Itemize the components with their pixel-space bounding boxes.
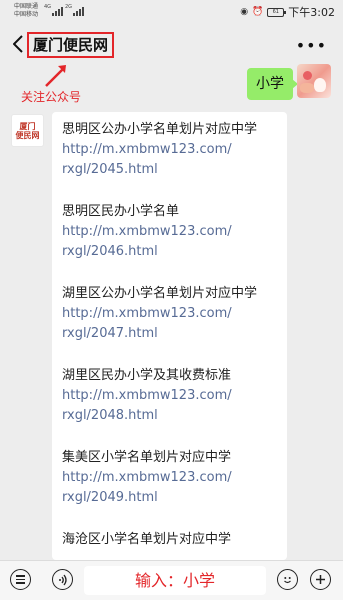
list-item: 集美区小学名单划片对应中学 http://m.xmbmw123.com/rxgl… xyxy=(62,448,277,508)
signal-icon-1 xyxy=(52,7,63,16)
carrier-info: 中国联通 中国移动 xyxy=(14,3,38,19)
chat-title: 厦门便民网 xyxy=(27,32,115,58)
voice-icon[interactable] xyxy=(52,569,73,590)
bot-avatar[interactable]: 厦门 便民网 xyxy=(11,114,44,147)
battery-icon: 61 xyxy=(267,7,287,17)
entry-link[interactable]: http://m.xmbmw123.com/rxgl/2046.html xyxy=(62,222,277,262)
chevron-left-icon[interactable] xyxy=(12,34,24,54)
chat-header: 厦门便民网 ••• xyxy=(0,26,343,64)
status-bar: 中国联通 中国移动 4G 2G ◉ ⏰ 61 下午3:02 xyxy=(0,0,343,26)
entry-link[interactable]: http://m.xmbmw123.com/rxgl/2047.html xyxy=(62,304,277,344)
entry-link[interactable]: http://m.xmbmw123.com/rxgl/2048.html xyxy=(62,386,277,426)
user-avatar[interactable] xyxy=(297,64,331,98)
plus-icon[interactable] xyxy=(310,569,331,590)
emoji-icon[interactable] xyxy=(277,569,298,590)
entry-name: 思明区公办小学名单划片对应中学 xyxy=(62,122,258,137)
carrier-2: 中国移动 xyxy=(14,11,39,18)
list-item: 湖里区民办小学及其收费标准 http://m.xmbmw123.com/rxgl… xyxy=(62,366,277,426)
entry-name: 海沧区小学名单划片对应中学 xyxy=(62,532,232,547)
entry-name: 思明区民办小学名单 xyxy=(62,204,180,219)
entry-name: 湖里区民办小学及其收费标准 xyxy=(62,368,232,383)
user-message-bubble[interactable]: 小学 xyxy=(247,68,298,100)
input-bar: 输入：小学 xyxy=(0,560,343,600)
bot-message-bubble: 思明区公办小学名单划片对应中学 http://m.xmbmw123.com/rx… xyxy=(52,112,287,560)
bot-avatar-line2: 便民网 xyxy=(15,129,40,140)
entry-link[interactable]: http://m.xmbmw123.com/rxgl/2045.html xyxy=(62,140,277,180)
menu-icon[interactable] xyxy=(10,569,31,590)
network-type-1: 4G xyxy=(44,4,52,10)
signal-icon-2 xyxy=(73,7,84,16)
status-time: 下午3:02 xyxy=(288,6,335,19)
signal-indicators: 4G 2G xyxy=(44,4,86,18)
eye-icon: ◉ xyxy=(240,7,249,17)
carrier-1: 中国联通 xyxy=(14,3,39,10)
entry-name: 湖里区公办小学名单划片对应中学 xyxy=(62,286,258,301)
entry-name: 集美区小学名单划片对应中学 xyxy=(62,450,232,465)
list-item: 海沧区小学名单划片对应中学 xyxy=(62,530,277,550)
list-item: 思明区公办小学名单划片对应中学 http://m.xmbmw123.com/rx… xyxy=(62,120,277,180)
alarm-icon: ⏰ xyxy=(252,7,264,17)
network-type-2: 2G xyxy=(65,4,73,10)
more-icon[interactable]: ••• xyxy=(296,36,327,55)
list-item: 湖里区公办小学名单划片对应中学 http://m.xmbmw123.com/rx… xyxy=(62,284,277,344)
message-input[interactable]: 输入：小学 xyxy=(84,566,266,595)
entry-link[interactable]: http://m.xmbmw123.com/rxgl/2049.html xyxy=(62,468,277,508)
list-item: 思明区民办小学名单 http://m.xmbmw123.com/rxgl/204… xyxy=(62,202,277,262)
chat-area[interactable]: 小学 厦门 便民网 思明区公办小学名单划片对应中学 http://m.xmbmw… xyxy=(0,64,343,560)
status-right: ◉ ⏰ 61 下午3:02 xyxy=(240,6,335,19)
